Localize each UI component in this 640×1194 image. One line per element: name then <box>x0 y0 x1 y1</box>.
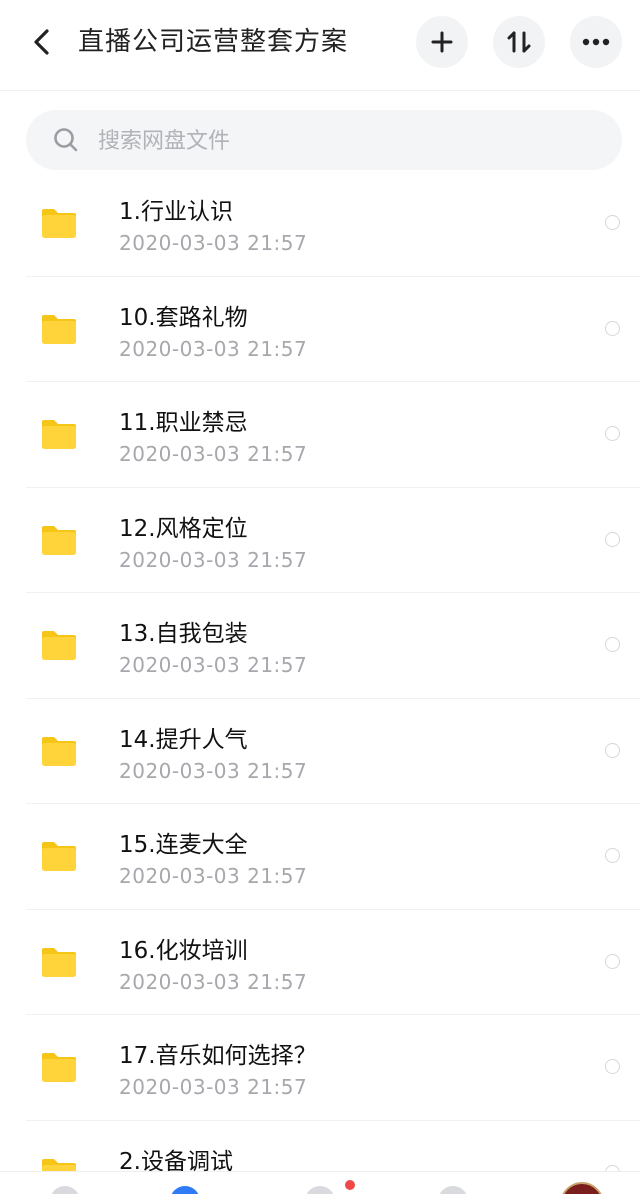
file-date: 2020-03-03 21:57 <box>119 864 308 888</box>
back-button[interactable] <box>20 20 64 64</box>
file-name: 10.套路礼物 <box>119 304 248 331</box>
select-radio[interactable] <box>605 953 620 969</box>
file-date: 2020-03-03 21:57 <box>119 758 308 783</box>
top-bar: 直播公司运营整套方案 <box>0 0 640 91</box>
select-radio[interactable] <box>605 215 620 230</box>
folder-icon <box>42 947 76 977</box>
select-radio[interactable] <box>605 742 620 758</box>
bottom-tab-bar <box>0 1171 640 1194</box>
folder-icon <box>42 842 76 871</box>
folder-icon <box>42 314 76 344</box>
folder-icon <box>42 736 76 766</box>
folder-icon <box>42 1053 76 1082</box>
list-item[interactable]: 17.音乐如何选择？ 2020-03-03 21:57 <box>0 1015 640 1121</box>
list-item[interactable]: 12.风格定位 2020-03-03 21:57 <box>0 488 640 594</box>
file-name: 1.行业认识 <box>119 199 233 225</box>
sort-icon <box>507 31 531 53</box>
sort-button[interactable] <box>493 16 545 68</box>
file-date: 2020-03-03 21:57 <box>119 1075 308 1099</box>
select-radio[interactable] <box>605 848 620 863</box>
folder-icon <box>42 631 76 660</box>
file-date: 2020-03-03 21:57 <box>119 336 308 361</box>
list-item[interactable]: 2.设备调试 <box>0 1121 640 1172</box>
list-item[interactable]: 15.连麦大全 2020-03-03 21:57 <box>0 804 640 910</box>
folder-icon <box>42 1158 76 1171</box>
file-name: 12.风格定位 <box>119 515 248 542</box>
file-name: 13.自我包装 <box>119 621 248 647</box>
file-date: 2020-03-03 21:57 <box>119 547 308 572</box>
list-item[interactable]: 11.职业禁忌 2020-03-03 21:57 <box>0 382 640 488</box>
folder-icon <box>42 420 76 449</box>
avatar[interactable] <box>560 1182 604 1194</box>
notification-dot <box>345 1180 355 1190</box>
file-name: 14.提升人气 <box>119 726 248 753</box>
file-date: 2020-03-03 21:57 <box>119 969 308 994</box>
select-radio[interactable] <box>605 637 620 652</box>
list-item[interactable]: 13.自我包装 2020-03-03 21:57 <box>0 593 640 699</box>
file-name: 17.音乐如何选择？ <box>119 1043 317 1069</box>
select-radio[interactable] <box>605 1059 620 1074</box>
search-icon <box>54 128 78 152</box>
list-item[interactable]: 16.化妆培训 2020-03-03 21:57 <box>0 910 640 1016</box>
folder-icon <box>42 209 76 238</box>
search-input[interactable] <box>96 110 600 172</box>
file-date: 2020-03-03 21:57 <box>119 231 308 255</box>
plus-icon <box>431 31 453 53</box>
list-item[interactable]: 10.套路礼物 2020-03-03 21:57 <box>0 277 640 383</box>
select-radio[interactable] <box>605 426 620 441</box>
file-name: 11.职业禁忌 <box>119 410 248 436</box>
add-button[interactable] <box>416 16 468 68</box>
list-item[interactable]: 14.提升人气 2020-03-03 21:57 <box>0 699 640 805</box>
file-name: 2.设备调试 <box>119 1148 233 1172</box>
file-name: 16.化妆培训 <box>119 937 248 964</box>
page-title: 直播公司运营整套方案 <box>78 27 349 57</box>
file-date: 2020-03-03 21:57 <box>119 442 308 466</box>
file-list: 1.行业认识 2020-03-03 21:57 10.套路礼物 2020-03-… <box>0 171 640 1171</box>
select-radio[interactable] <box>605 531 620 547</box>
select-radio[interactable] <box>605 320 620 336</box>
chevron-left-icon <box>34 29 49 55</box>
list-item[interactable]: 1.行业认识 2020-03-03 21:57 <box>0 171 640 277</box>
file-date: 2020-03-03 21:57 <box>119 653 308 677</box>
search-bar[interactable] <box>26 110 622 172</box>
file-name: 15.连麦大全 <box>119 832 248 858</box>
folder-icon <box>42 525 76 555</box>
more-icon <box>582 38 610 46</box>
more-button[interactable] <box>570 16 622 68</box>
